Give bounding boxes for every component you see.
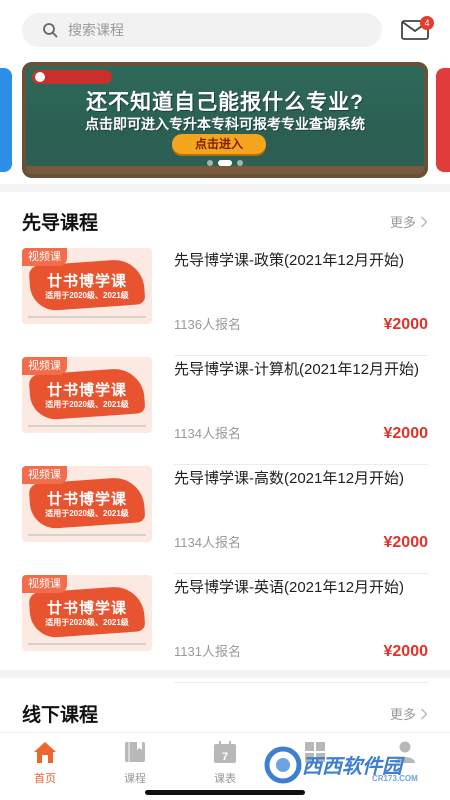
section-title: 线下课程 (22, 705, 99, 726)
home-icon (34, 742, 56, 763)
tab-label: 课程 (124, 773, 146, 785)
row-divider (174, 355, 428, 356)
more-label: 更多 (389, 707, 416, 722)
course-cover: 视频课廿书博学课 适用于2020级、2021级 (22, 248, 152, 324)
chevron-right-icon (420, 707, 428, 720)
search-bar[interactable]: 搜索课程 (22, 13, 382, 47)
enroll-count: 1134人报名 (174, 426, 241, 441)
home-indicator (145, 790, 305, 795)
course-price: ¥2000 (383, 316, 429, 333)
course-title: 先导博学课-英语(2021年12月开始) (174, 579, 405, 596)
course-item[interactable]: 视频课廿书博学课 适用于2020级、2021级 先导博学课-英语(2021年12月开… (0, 575, 450, 683)
cover-stripe (28, 425, 146, 427)
more-link[interactable]: 更多 (390, 704, 428, 723)
enroll-count: 1131人报名 (174, 644, 241, 659)
enroll-count: 1134人报名 (174, 535, 241, 550)
banner-slide[interactable]: 还不知道自己能报什么专业? 点击即可进入专升本专科可报考专业查询系统 点击进入 (22, 62, 428, 178)
course-title: 先导博学课-政策(2021年12月开始) (174, 252, 405, 269)
watermark-url: CR173.COM (372, 774, 418, 783)
cover-title: 廿书博学课 (46, 382, 127, 399)
unread-badge: 4 (420, 16, 434, 30)
carousel-dot (207, 160, 213, 166)
banner-peek-previous (0, 68, 12, 172)
search-placeholder: 搜索课程 (68, 22, 124, 38)
cover-subtitle: 适用于2020级、2021级 (45, 618, 129, 627)
section-header-offline: 线下课程 更多 (0, 692, 450, 732)
banner-carousel[interactable]: 还不知道自己能报什么专业? 点击即可进入专升本专科可报考专业查询系统 点击进入 (0, 62, 450, 180)
section-header-guided: 先导课程 更多 (0, 200, 450, 240)
carousel-indicator (22, 160, 428, 166)
top-bar: 搜索课程 4 (0, 0, 450, 60)
svg-text:7: 7 (222, 751, 228, 763)
enroll-count: 1136人报名 (174, 317, 241, 332)
course-price: ¥2000 (383, 425, 429, 442)
course-cover: 视频课廿书博学课 适用于2020级、2021级 (22, 357, 152, 433)
cover-stripe (28, 316, 146, 318)
more-link[interactable]: 更多 (390, 212, 428, 231)
cover-subtitle: 适用于2020级、2021级 (45, 509, 129, 518)
section-divider (0, 184, 450, 192)
row-divider (174, 464, 428, 465)
course-title: 先导博学课-高数(2021年12月开始) (174, 470, 405, 487)
cover-title: 廿书博学课 (46, 273, 127, 290)
section-divider (0, 670, 450, 678)
course-cover: 视频课廿书博学课 适用于2020级、2021级 (22, 466, 152, 542)
cover-title: 廿书博学课 (46, 491, 127, 508)
book-icon (125, 742, 145, 762)
chevron-right-icon (420, 215, 428, 228)
course-title: 先导博学课-计算机(2021年12月开始) (174, 361, 420, 378)
tab-home[interactable]: 首页 (0, 733, 90, 800)
row-divider (174, 573, 428, 574)
course-type-tag: 视频课 (22, 357, 67, 375)
section-title: 先导课程 (22, 213, 99, 234)
tab-label: 课表 (214, 773, 236, 785)
cover-subtitle: 适用于2020级、2021级 (45, 291, 129, 300)
course-type-tag: 视频课 (22, 248, 67, 266)
search-icon (43, 23, 58, 38)
course-price: ¥2000 (383, 643, 429, 660)
watermark-logo-icon (264, 746, 302, 784)
course-item[interactable]: 视频课廿书博学课 适用于2020级、2021级 先导博学课-计算机(2021年12月… (0, 357, 450, 465)
more-label: 更多 (389, 215, 416, 230)
course-item[interactable]: 视频课廿书博学课 适用于2020级、2021级 先导博学课-政策(2021年12月开… (0, 248, 450, 356)
course-type-tag: 视频课 (22, 575, 67, 593)
course-item[interactable]: 视频课廿书博学课 适用于2020级、2021级 先导博学课-高数(2021年12月开… (0, 466, 450, 574)
row-divider (174, 682, 428, 683)
carousel-dot (237, 160, 243, 166)
cover-stripe (28, 534, 146, 536)
course-cover: 视频课廿书博学课 适用于2020级、2021级 (22, 575, 152, 651)
cover-subtitle: 适用于2020级、2021级 (45, 400, 129, 409)
course-price: ¥2000 (383, 534, 429, 551)
course-type-tag: 视频课 (22, 466, 67, 484)
calendar-icon: 7 (214, 741, 236, 763)
carousel-dot-active (218, 160, 232, 166)
banner-peek-next (436, 68, 450, 172)
cover-stripe (28, 643, 146, 645)
tab-label: 首页 (34, 773, 56, 785)
cover-title: 廿书博学课 (46, 600, 127, 617)
watermark: 西西软件园 CR173.COM (254, 744, 450, 788)
